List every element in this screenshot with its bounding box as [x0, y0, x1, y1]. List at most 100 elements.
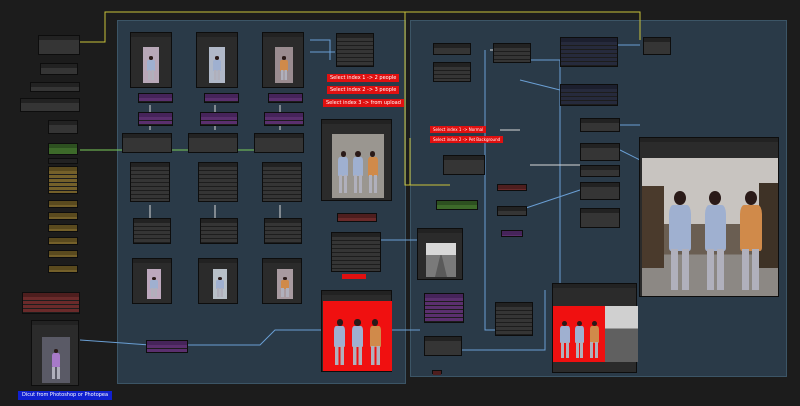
value-node[interactable] — [48, 200, 78, 208]
preview-node[interactable] — [264, 218, 302, 244]
load-image-node[interactable] — [262, 32, 304, 88]
select-2-people-note: Select index 1 -> 2 people — [327, 74, 400, 82]
ksampler-node[interactable] — [580, 208, 620, 228]
composite-result-node[interactable] — [552, 283, 638, 373]
upscale-settings-node[interactable] — [22, 292, 80, 314]
detector-node[interactable] — [198, 162, 238, 202]
model-node[interactable] — [560, 37, 618, 67]
image-switch-node[interactable] — [336, 33, 374, 67]
dicut-note: Dicut from Photoshop or Photopea — [18, 391, 113, 400]
street-preview-node[interactable] — [417, 228, 463, 280]
cutout-preview-image — [213, 269, 227, 299]
blend-node[interactable] — [424, 336, 462, 356]
final-output-node[interactable] — [639, 137, 779, 297]
parameters-node[interactable] — [48, 166, 78, 194]
marker-node[interactable] — [432, 370, 442, 375]
lora-loader-node[interactable] — [40, 63, 78, 75]
composite-street-image — [605, 306, 638, 362]
checkpoint-loader-node[interactable] — [38, 35, 80, 55]
value-node[interactable] — [48, 224, 78, 232]
vae-loader-node[interactable] — [20, 98, 80, 112]
sampler-node[interactable] — [433, 43, 471, 55]
figure — [588, 320, 599, 358]
cutout-node[interactable] — [262, 258, 302, 304]
scheduler-node[interactable] — [433, 62, 471, 82]
resize-node[interactable] — [497, 184, 527, 191]
mask-node[interactable] — [200, 112, 238, 126]
model-node[interactable] — [560, 84, 618, 106]
image-settings-node[interactable] — [331, 232, 381, 272]
select-normal-note: Select index 1 -> Normal — [430, 126, 487, 133]
wire — [519, 189, 581, 211]
conditioning-node[interactable] — [493, 43, 531, 63]
mask-node[interactable] — [268, 93, 303, 103]
figure — [559, 320, 570, 358]
value-node[interactable] — [48, 237, 78, 245]
figure — [351, 319, 365, 366]
ksampler-node[interactable] — [580, 182, 620, 200]
load-image-node[interactable] — [196, 32, 238, 88]
mask-node[interactable] — [204, 93, 239, 103]
building-left — [642, 185, 664, 269]
merge-node[interactable] — [146, 340, 188, 353]
wire — [484, 50, 495, 331]
figure — [333, 319, 347, 366]
detector-node[interactable] — [130, 162, 170, 202]
resize-node[interactable] — [337, 213, 377, 222]
image-input-node[interactable] — [436, 200, 478, 210]
figure — [369, 319, 383, 366]
figure — [702, 191, 729, 291]
figure — [737, 191, 764, 291]
save-label-note — [342, 274, 366, 279]
cutout-preview-image — [277, 269, 293, 299]
mask-node[interactable] — [424, 293, 464, 323]
figure — [574, 320, 585, 358]
figure — [279, 56, 290, 81]
value-node[interactable] — [48, 250, 78, 258]
mask-node[interactable] — [264, 112, 304, 126]
vae-decode-node[interactable] — [580, 118, 620, 132]
mask-node[interactable] — [138, 112, 173, 126]
node-canvas[interactable]: Dicut from Photoshop or Photopea Select … — [0, 0, 800, 406]
upload-preview-image — [42, 337, 70, 383]
upscale-node[interactable] — [495, 302, 533, 336]
segment-node[interactable] — [188, 133, 238, 153]
street-road — [435, 254, 447, 277]
cutout-node[interactable] — [198, 258, 238, 304]
wire — [405, 11, 641, 40]
detector-node[interactable] — [262, 162, 302, 202]
value-node[interactable] — [48, 212, 78, 220]
segment-node[interactable] — [254, 133, 304, 153]
figure — [366, 150, 378, 193]
mask-node[interactable] — [138, 93, 173, 103]
red-background-preview-node[interactable] — [321, 290, 392, 372]
crop-node[interactable] — [497, 206, 527, 216]
street-preview-image — [426, 243, 456, 277]
ksampler-node[interactable] — [580, 143, 620, 161]
positive-prompt-node[interactable] — [48, 143, 78, 155]
output-node[interactable] — [643, 37, 671, 55]
select-3-people-note: Select index 2 -> 3 people — [327, 86, 400, 94]
red-background-preview-image — [323, 301, 392, 371]
figure — [352, 150, 364, 193]
value-node[interactable] — [48, 265, 78, 273]
figure — [279, 276, 290, 297]
preview-node[interactable] — [200, 218, 238, 244]
load-image-node[interactable] — [130, 32, 172, 88]
preview-node[interactable] — [133, 218, 171, 244]
composite-result-image — [553, 306, 605, 362]
cutout-node[interactable] — [132, 258, 172, 304]
switch-node[interactable] — [443, 155, 485, 175]
character-preview-image — [275, 47, 293, 83]
segment-node[interactable] — [122, 133, 172, 153]
composite-preview-node[interactable] — [321, 119, 392, 201]
figure — [212, 56, 222, 81]
ksampler-node[interactable] — [580, 165, 620, 177]
figure — [337, 150, 349, 193]
upload-image-node[interactable] — [31, 320, 79, 386]
mask-node[interactable] — [501, 230, 523, 237]
clip-node[interactable] — [30, 82, 80, 92]
negative-prompt-node[interactable] — [48, 158, 78, 164]
figure — [666, 191, 693, 291]
seed-node[interactable] — [48, 120, 78, 134]
